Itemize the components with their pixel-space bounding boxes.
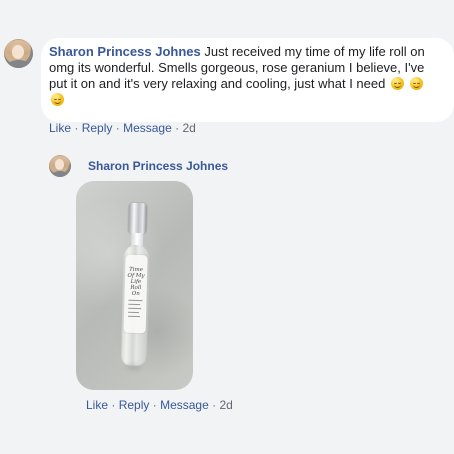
timestamp[interactable]: 2d [219,398,232,412]
comment-avatar[interactable] [4,39,33,68]
message-link[interactable]: Message [123,121,172,135]
separator-dot: · [111,398,119,412]
comment-actions: Like · Reply · Message · 2d [49,121,196,135]
bottle-shadow [125,362,142,372]
smiling-face-icon [409,77,423,90]
separator-dot: · [152,398,161,412]
reply-link[interactable]: Reply [82,121,113,135]
separator-dot: · [115,121,124,135]
avatar-shoulder-shape [52,170,68,177]
emoji-mouth-shape [393,84,401,88]
avatar-face-shape [12,44,25,59]
emoji-mouth-shape [412,84,420,88]
timestamp[interactable]: 2d [182,121,195,135]
avatar-shoulder-shape [8,59,29,68]
smiling-face-icon [51,93,64,106]
smiling-face-icon [390,77,404,90]
message-link[interactable]: Message [160,398,209,412]
bottle-cap [128,202,147,235]
separator-dot: · [74,121,82,135]
bottle-label: Time Of My Life Roll On [123,254,148,334]
emoji-mouth-shape [54,100,61,104]
bottle-label-title: Time Of My Life Roll On [127,266,145,298]
reply-photo[interactable]: Time Of My Life Roll On [76,181,193,390]
like-link[interactable]: Like [49,121,71,135]
reply-link[interactable]: Reply [119,398,150,412]
like-link[interactable]: Like [86,398,108,412]
reply-author[interactable]: Sharon Princess Johnes [88,159,228,173]
roll-on-bottle: Time Of My Life Roll On [118,202,154,372]
bottle-label-lines [127,299,143,325]
comment-body: Sharon Princess Johnes Just received my … [49,44,445,108]
reply-avatar[interactable] [49,155,71,177]
avatar-face-shape [55,159,65,170]
reply-actions: Like · Reply · Message · 2d [86,398,233,412]
comment-author[interactable]: Sharon Princess Johnes [49,44,201,59]
